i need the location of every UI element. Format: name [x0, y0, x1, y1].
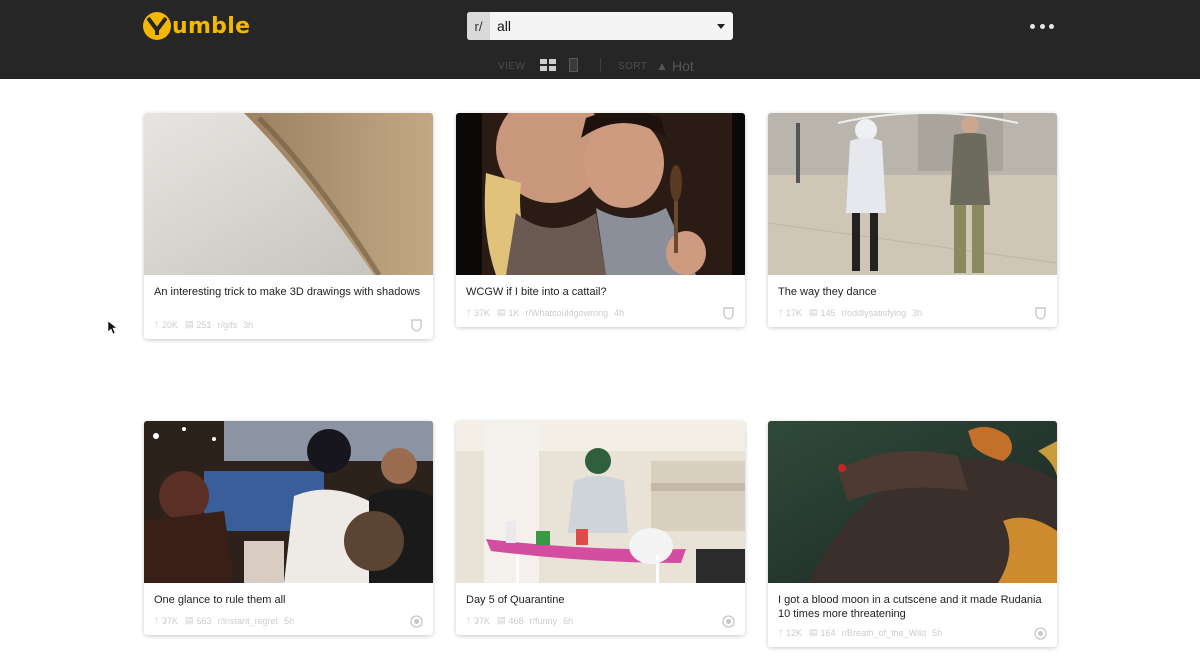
subreddit-link[interactable]: r/Whatcouldgowrong: [526, 308, 609, 318]
post-meta: ↑ 37K ▤ 1K r/Whatcouldgowrong 4h: [456, 301, 745, 327]
shield-icon: [1035, 307, 1046, 320]
flame-icon: ▲: [656, 59, 668, 73]
upvote-count: 17K: [786, 307, 803, 318]
post-card[interactable]: An interesting trick to make 3D drawings…: [144, 113, 433, 339]
comment-icon: ▤: [497, 615, 506, 625]
shield-icon: [723, 307, 734, 320]
award-icon: [722, 615, 735, 628]
view-label: VIEW: [498, 61, 526, 72]
upvote-count: 37K: [474, 307, 491, 318]
subreddit-prefix: r/: [467, 12, 490, 40]
post-meta: ↑ 37K ▤ 468 r/funny 6h: [456, 609, 745, 635]
upvote-count: 12K: [786, 627, 803, 638]
single-view-icon[interactable]: [569, 58, 578, 72]
post-card[interactable]: Day 5 of Quarantine ↑ 37K ▤ 468 r/funny …: [456, 421, 745, 635]
upvote-count: 37K: [162, 615, 179, 626]
upvote-icon: ↑: [778, 307, 783, 318]
sort-value[interactable]: Hot: [672, 58, 694, 74]
logo[interactable]: umble: [143, 11, 250, 41]
mouse-cursor-icon: [108, 321, 118, 335]
logo-mark: [143, 12, 171, 40]
subreddit-link[interactable]: r/Breath_of_the_Wild: [842, 628, 927, 638]
logo-text: umble: [172, 13, 251, 39]
y-glyph-icon: [147, 17, 167, 35]
comment-icon: ▤: [809, 627, 818, 637]
post-title[interactable]: I got a blood moon in a cutscene and it …: [768, 583, 1057, 621]
shield-icon: [411, 319, 422, 332]
post-age: 6h: [563, 615, 574, 626]
post-title[interactable]: An interesting trick to make 3D drawings…: [144, 275, 433, 313]
comment-count: 251: [196, 319, 212, 330]
top-bar: umble r/ all VIEW SORT ▲ Hot: [0, 0, 1200, 79]
post-card[interactable]: I got a blood moon in a cutscene and it …: [768, 421, 1057, 647]
upvote-count: 37K: [474, 615, 491, 626]
post-thumbnail[interactable]: [456, 113, 745, 275]
comment-icon: ▤: [809, 307, 818, 317]
post-age: 5h: [284, 615, 295, 626]
subreddit-selector[interactable]: r/ all: [467, 12, 733, 40]
upvote-count: 20K: [162, 319, 179, 330]
post-thumbnail[interactable]: [144, 421, 433, 583]
comment-count: 145: [820, 307, 836, 318]
quarantine-image: [456, 421, 745, 583]
subreddit-link[interactable]: r/instant_regret: [218, 616, 279, 626]
post-card[interactable]: One glance to rule them all ↑ 37K ▤ 663 …: [144, 421, 433, 635]
post-meta: ↑ 37K ▤ 663 r/instant_regret 5h: [144, 609, 433, 635]
post-card[interactable]: The way they dance ↑ 17K ▤ 145 r/oddlysa…: [768, 113, 1057, 327]
comment-icon: ▤: [185, 615, 194, 625]
chevron-down-icon: [717, 23, 725, 29]
game-screenshot-image: [768, 421, 1057, 583]
subreddit-link[interactable]: r/gifs: [218, 320, 238, 330]
dot-icon: [1030, 23, 1035, 29]
post-card[interactable]: WCGW if I bite into a cattail? ↑ 37K ▤ 1…: [456, 113, 745, 327]
post-thumbnail[interactable]: [768, 421, 1057, 583]
upvote-icon: ↑: [154, 319, 159, 330]
comment-count: 468: [508, 615, 524, 626]
post-meta: ↑ 12K ▤ 164 r/Breath_of_the_Wild 5h: [768, 621, 1057, 647]
award-icon: [410, 615, 423, 628]
view-sort-controls: VIEW SORT ▲ Hot: [0, 58, 1200, 74]
post-meta: ↑ 17K ▤ 145 r/oddlysatisfying 3h: [768, 301, 1057, 327]
more-options-button[interactable]: [1030, 22, 1054, 30]
comment-count: 663: [196, 615, 212, 626]
comment-icon: ▤: [185, 319, 194, 329]
sort-label: SORT: [618, 61, 648, 72]
crowd-image: [144, 421, 433, 583]
dot-icon: [1049, 23, 1054, 29]
selfie-image: [456, 113, 745, 275]
post-age: 4h: [614, 307, 625, 318]
post-age: 5h: [932, 627, 943, 638]
award-icon: [1034, 627, 1047, 640]
subreddit-link[interactable]: r/oddlysatisfying: [842, 308, 907, 318]
subreddit-value: all: [497, 18, 512, 34]
dot-icon: [1039, 23, 1045, 29]
grid-view-icon[interactable]: [540, 59, 556, 71]
comment-count: 1K: [508, 307, 520, 318]
post-thumbnail[interactable]: [144, 113, 433, 275]
post-thumbnail[interactable]: [768, 113, 1057, 275]
subreddit-link[interactable]: r/funny: [530, 616, 558, 626]
drawing-image: [144, 113, 433, 275]
dancers-image: [768, 113, 1057, 275]
post-meta: ↑ 20K ▤ 251 r/gifs 3h: [144, 313, 433, 339]
comment-icon: ▤: [497, 307, 506, 317]
upvote-icon: ↑: [778, 627, 783, 638]
upvote-icon: ↑: [154, 615, 159, 626]
post-age: 3h: [243, 319, 254, 330]
post-thumbnail[interactable]: [456, 421, 745, 583]
upvote-icon: ↑: [466, 307, 471, 318]
post-age: 3h: [912, 307, 923, 318]
comment-count: 164: [820, 627, 836, 638]
divider: [600, 58, 601, 72]
upvote-icon: ↑: [466, 615, 471, 626]
